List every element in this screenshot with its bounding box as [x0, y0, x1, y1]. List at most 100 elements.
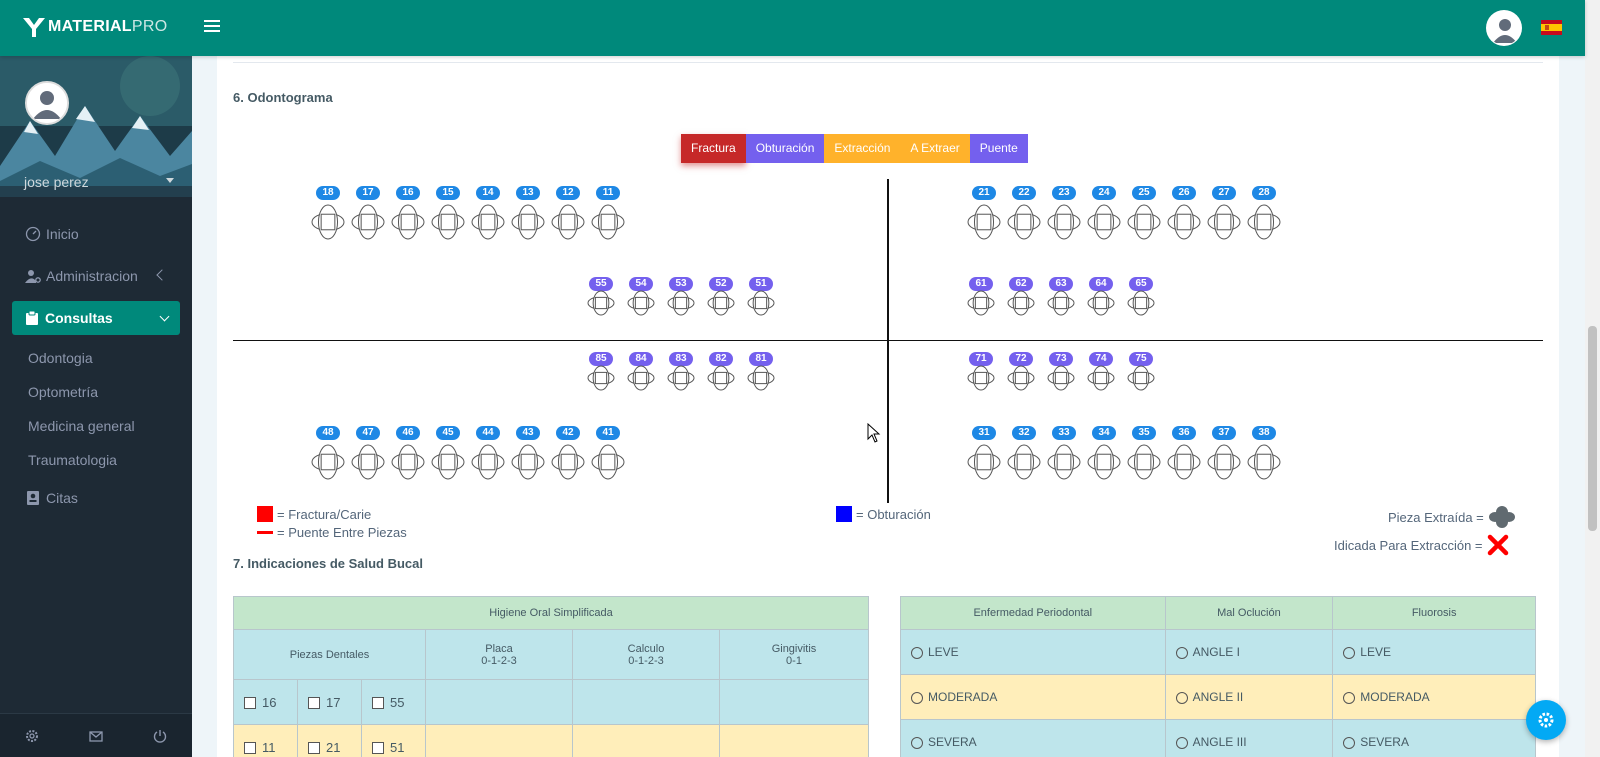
brand[interactable]: MATERIAL PRO — [22, 16, 167, 38]
sidebar-item-administracion[interactable]: Administracion — [0, 255, 192, 297]
calculo-cell[interactable] — [572, 679, 720, 725]
mail-icon[interactable] — [88, 728, 104, 744]
tooth-surface-icon[interactable] — [471, 444, 505, 485]
tooth-surface-icon[interactable] — [311, 444, 345, 485]
piece-checkbox-16[interactable]: 16 — [233, 679, 298, 725]
tooth-surface-icon[interactable] — [1047, 365, 1075, 396]
tooth-surface-icon[interactable] — [627, 290, 655, 321]
user-avatar[interactable] — [1486, 10, 1522, 46]
tooth-surface-icon[interactable] — [1247, 444, 1281, 485]
tooth-surface-icon[interactable] — [1207, 204, 1241, 245]
settings-icon[interactable] — [24, 728, 40, 744]
tooth-surface-icon[interactable] — [1127, 290, 1155, 321]
radio-periodontal-severa[interactable]: SEVERA — [900, 719, 1166, 757]
tooth-surface-icon[interactable] — [511, 444, 545, 485]
tooth-surface-icon[interactable] — [431, 444, 465, 485]
sidebar-user-name[interactable]: jose perez — [24, 174, 184, 190]
legend-indicada-text: Idicada Para Extracción = — [1334, 537, 1483, 553]
obturacion-button[interactable]: Obturación — [745, 134, 825, 163]
tooth-surface-icon[interactable] — [1087, 444, 1121, 485]
tooth-surface-icon[interactable] — [1127, 204, 1161, 245]
extraccion-button[interactable]: Extracción — [824, 134, 901, 163]
puente-button[interactable]: Puente — [969, 134, 1028, 163]
tooth-surface-icon[interactable] — [1047, 290, 1075, 321]
tooth-surface-icon[interactable] — [431, 204, 465, 245]
tooth-surface-icon[interactable] — [967, 204, 1001, 245]
radio-fluorosis-leve[interactable]: LEVE — [1332, 629, 1536, 675]
fractura-button[interactable]: Fractura — [681, 134, 746, 163]
a-extraer-button[interactable]: A Extraer — [900, 134, 970, 163]
scrollbar-thumb[interactable] — [1588, 326, 1597, 531]
piece-checkbox-55[interactable]: 55 — [360, 679, 427, 725]
tooth-surface-icon[interactable] — [1127, 444, 1161, 485]
sidebar-subitem-optometria[interactable]: Optometría — [0, 375, 192, 409]
radio-fluorosis-severa[interactable]: SEVERA — [1332, 719, 1536, 757]
sidebar-subitem-medicina-general[interactable]: Medicina general — [0, 409, 192, 443]
sidebar-subitem-traumatologia[interactable]: Traumatologia — [0, 443, 192, 477]
settings-fab-button[interactable] — [1526, 700, 1566, 740]
tooth-surface-icon[interactable] — [391, 204, 425, 245]
sidebar-item-citas[interactable]: Citas — [0, 477, 192, 519]
user-caret-icon[interactable] — [166, 178, 174, 183]
spain-flag-icon[interactable] — [1541, 20, 1562, 35]
gingivitis-cell[interactable] — [719, 724, 869, 757]
sidebar-avatar[interactable] — [25, 81, 69, 125]
piece-checkbox-17[interactable]: 17 — [296, 679, 362, 725]
tooth-surface-icon[interactable] — [1047, 444, 1081, 485]
tooth-surface-icon[interactable] — [1047, 204, 1081, 245]
tooth-surface-icon[interactable] — [1207, 444, 1241, 485]
piece-checkbox-51[interactable]: 51 — [360, 724, 427, 757]
sidebar-subitem-odontogia[interactable]: Odontogia — [0, 341, 192, 375]
tooth-surface-icon[interactable] — [591, 204, 625, 245]
tooth-surface-icon[interactable] — [1007, 444, 1041, 485]
tooth-surface-icon[interactable] — [1087, 365, 1115, 396]
hamburger-icon[interactable] — [201, 16, 223, 38]
tooth-surface-icon[interactable] — [707, 290, 735, 321]
piece-checkbox-21[interactable]: 21 — [296, 724, 362, 757]
tooth-surface-icon[interactable] — [1007, 204, 1041, 245]
tooth-surface-icon[interactable] — [1247, 204, 1281, 245]
tooth-surface-icon[interactable] — [707, 365, 735, 396]
tooth-surface-icon[interactable] — [551, 444, 585, 485]
piece-checkbox-11[interactable]: 11 — [233, 724, 298, 757]
calculo-cell[interactable] — [572, 724, 720, 757]
tooth-surface-icon[interactable] — [967, 444, 1001, 485]
tooth-surface-icon[interactable] — [351, 204, 385, 245]
tooth-surface-icon[interactable] — [1167, 444, 1201, 485]
gingivitis-cell[interactable] — [719, 679, 869, 725]
sidebar-item-inicio[interactable]: Inicio — [0, 213, 192, 255]
tooth-surface-icon[interactable] — [747, 365, 775, 396]
tooth-surface-icon[interactable] — [391, 444, 425, 485]
radio-periodontal-moderada[interactable]: MODERADA — [900, 674, 1166, 720]
tooth-surface-icon[interactable] — [967, 290, 995, 321]
tooth-surface-icon[interactable] — [351, 444, 385, 485]
radio-periodontal-leve[interactable]: LEVE — [900, 629, 1166, 675]
tooth-surface-icon[interactable] — [1127, 365, 1155, 396]
tooth-surface-icon[interactable] — [591, 444, 625, 485]
tooth-surface-icon[interactable] — [627, 365, 655, 396]
tooth-surface-icon[interactable] — [587, 365, 615, 396]
tooth-surface-icon[interactable] — [967, 365, 995, 396]
radio-angle-i[interactable]: ANGLE I — [1164, 629, 1334, 675]
tooth-surface-icon[interactable] — [1167, 204, 1201, 245]
radio-angle-ii[interactable]: ANGLE II — [1164, 674, 1334, 720]
tooth-surface-icon[interactable] — [511, 204, 545, 245]
page-scrollbar[interactable] — [1585, 0, 1600, 757]
placa-cell[interactable] — [425, 679, 573, 725]
tooth-surface-icon[interactable] — [471, 204, 505, 245]
tooth-surface-icon[interactable] — [667, 365, 695, 396]
tooth-surface-icon[interactable] — [311, 204, 345, 245]
tooth-surface-icon[interactable] — [551, 204, 585, 245]
sidebar-item-consultas[interactable]: Consultas — [0, 301, 192, 335]
tooth-surface-icon[interactable] — [747, 290, 775, 321]
radio-angle-iii[interactable]: ANGLE III — [1164, 719, 1334, 757]
tooth-surface-icon[interactable] — [1087, 204, 1121, 245]
radio-fluorosis-moderada[interactable]: MODERADA — [1332, 674, 1536, 720]
power-icon[interactable] — [152, 728, 168, 744]
tooth-surface-icon[interactable] — [667, 290, 695, 321]
tooth-surface-icon[interactable] — [587, 290, 615, 321]
tooth-surface-icon[interactable] — [1007, 290, 1035, 321]
placa-cell[interactable] — [425, 724, 573, 757]
tooth-surface-icon[interactable] — [1087, 290, 1115, 321]
tooth-surface-icon[interactable] — [1007, 365, 1035, 396]
